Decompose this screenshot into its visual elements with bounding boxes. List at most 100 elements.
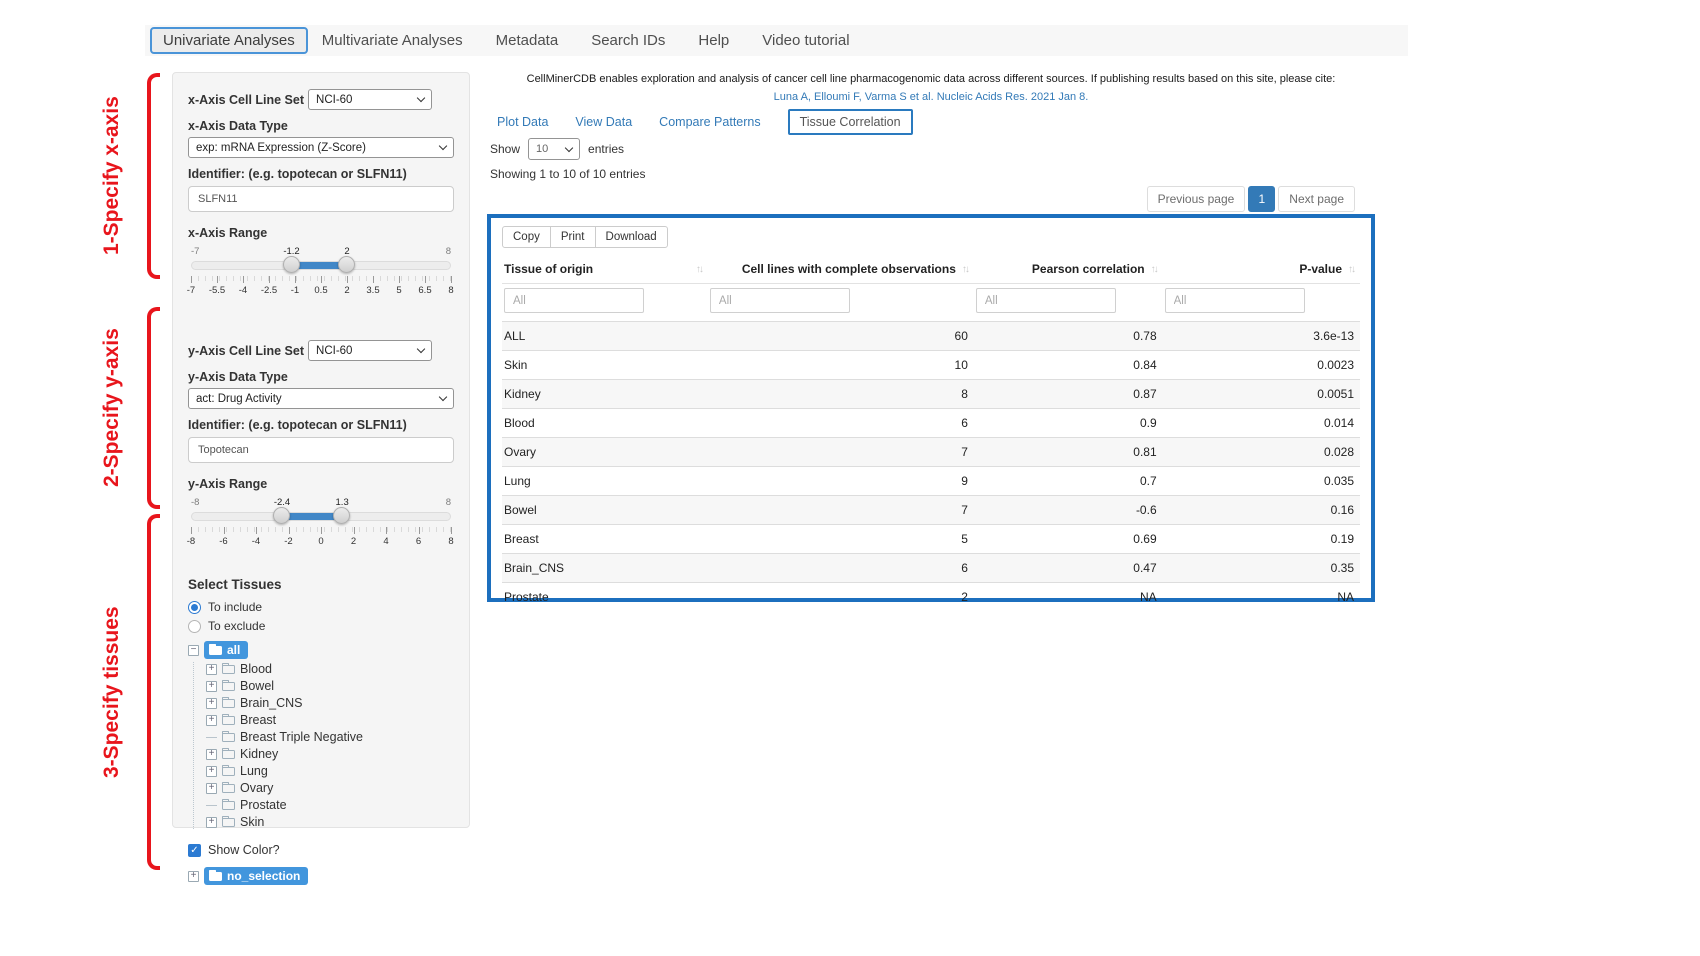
page-1-button[interactable]: 1	[1248, 186, 1275, 212]
folder-icon	[222, 699, 235, 708]
radio-icon[interactable]	[188, 620, 201, 633]
x-range-slider[interactable]: -78-1.22-7-5.5-4-2.5-10.523.556.58	[191, 246, 451, 304]
x-data-type-select[interactable]: exp: mRNA Expression (Z-Score)	[188, 137, 454, 158]
expand-icon[interactable]: +	[188, 871, 199, 882]
tree-item-no-selection[interactable]: + no_selection	[188, 867, 454, 885]
nav-item-video-tutorial[interactable]: Video tutorial	[762, 32, 849, 49]
y-data-type-select[interactable]: act: Drug Activity	[188, 388, 454, 409]
cell-value: 0.035	[1163, 467, 1360, 496]
x-identifier-input[interactable]	[188, 186, 454, 212]
tree-item-all[interactable]: − all	[188, 641, 454, 659]
expand-icon[interactable]: +	[206, 817, 217, 828]
tree-item-bowel[interactable]: +Bowel	[206, 679, 454, 693]
column-header-pearson-correlation[interactable]: Pearson correlation↑↓	[974, 257, 1163, 284]
filter-input-p-value[interactable]	[1165, 288, 1305, 313]
filter-input-cell-lines-with-complete-observations[interactable]	[710, 288, 850, 313]
tick-mark	[321, 276, 322, 283]
tree-item-prostate[interactable]: Prostate	[206, 798, 454, 812]
slider-handle-from[interactable]	[283, 256, 300, 273]
x-identifier-label: Identifier: (e.g. topotecan or SLFN11)	[188, 167, 454, 181]
cell-value: 2	[708, 583, 974, 612]
slider-handle-to[interactable]	[333, 507, 350, 524]
y-range-slider[interactable]: -88-2.41.3-8-6-4-202468	[191, 497, 451, 555]
checkbox-checked-icon[interactable]	[188, 844, 201, 857]
y-cell-line-set-label: y-Axis Cell Line Set	[188, 344, 304, 358]
y-identifier-input[interactable]	[188, 437, 454, 463]
expand-icon[interactable]: +	[206, 749, 217, 760]
tick-mark	[354, 527, 355, 534]
tab-compare-patterns[interactable]: Compare Patterns	[659, 115, 760, 129]
tick-mark	[425, 276, 426, 283]
tree-item-blood[interactable]: +Blood	[206, 662, 454, 676]
tree-item-kidney[interactable]: +Kidney	[206, 747, 454, 761]
y-cell-line-set-select[interactable]: NCI-60	[308, 340, 432, 361]
tree-item-brain-cns[interactable]: +Brain_CNS	[206, 696, 454, 710]
tick-mark	[217, 276, 218, 283]
filter-input-pearson-correlation[interactable]	[976, 288, 1116, 313]
cell-value: NA	[974, 583, 1163, 612]
tab-plot-data[interactable]: Plot Data	[497, 115, 548, 129]
previous-page-button[interactable]: Previous page	[1147, 186, 1246, 212]
cell-value: 0.69	[974, 525, 1163, 554]
table-row-ovary: Ovary70.810.028	[502, 438, 1360, 467]
cell-tissue: Skin	[502, 351, 708, 380]
select-tissues-title: Select Tissues	[188, 577, 454, 592]
x-range-label: x-Axis Range	[188, 226, 454, 240]
radio-icon[interactable]	[188, 601, 201, 614]
tick-label: -4	[252, 536, 260, 547]
table-row-bowel: Bowel7-0.60.16	[502, 496, 1360, 525]
expand-icon[interactable]: +	[206, 664, 217, 675]
expand-icon[interactable]: +	[206, 715, 217, 726]
column-header-p-value[interactable]: P-value↑↓	[1163, 257, 1360, 284]
tissue-radios: To include To exclude	[188, 600, 454, 633]
tree-item-ovary[interactable]: +Ovary	[206, 781, 454, 795]
entries-select[interactable]: 10	[528, 138, 580, 160]
tick-label: 3.5	[366, 285, 379, 296]
slider-handle-to[interactable]	[338, 256, 355, 273]
copy-button[interactable]: Copy	[502, 226, 551, 248]
sidebar: x-Axis Cell Line Set NCI-60 x-Axis Data …	[172, 72, 470, 828]
expand-icon[interactable]: +	[206, 766, 217, 777]
tab-tissue-correlation[interactable]: Tissue Correlation	[788, 109, 913, 135]
tree-item-lung[interactable]: +Lung	[206, 764, 454, 778]
cell-value: 0.81	[974, 438, 1163, 467]
download-button[interactable]: Download	[595, 226, 668, 248]
radio-to-exclude[interactable]: To exclude	[188, 619, 454, 633]
citation-link[interactable]: Luna A, Elloumi F, Varma S et al. Nuclei…	[487, 91, 1375, 103]
print-button[interactable]: Print	[550, 226, 596, 248]
column-header-cell-lines-with-complete-observations[interactable]: Cell lines with complete observations↑↓	[708, 257, 974, 284]
tick-label: -6	[219, 536, 227, 547]
radio-to-include[interactable]: To include	[188, 600, 454, 614]
tick-mark	[191, 276, 192, 283]
tick-label: -4	[239, 285, 247, 296]
column-header-tissue-of-origin[interactable]: Tissue of origin↑↓	[502, 257, 708, 284]
cell-value: 3.6e-13	[1163, 322, 1360, 351]
nav-item-multivariate-analyses[interactable]: Multivariate Analyses	[322, 32, 463, 49]
collapse-icon[interactable]: −	[188, 645, 199, 656]
folder-icon	[222, 818, 235, 827]
x-cell-line-set-select[interactable]: NCI-60	[308, 89, 432, 110]
next-page-button[interactable]: Next page	[1278, 186, 1355, 212]
tab-view-data[interactable]: View Data	[575, 115, 632, 129]
tick-mark	[373, 276, 374, 283]
tick-mark	[321, 527, 322, 534]
nav-item-univariate-analyses[interactable]: Univariate Analyses	[150, 27, 308, 54]
nav-item-help[interactable]: Help	[698, 32, 729, 49]
expand-icon[interactable]: +	[206, 698, 217, 709]
nav-item-search-ids[interactable]: Search IDs	[591, 32, 665, 49]
tree-item-breast-triple-negative[interactable]: Breast Triple Negative	[206, 730, 454, 744]
expand-icon[interactable]: +	[206, 681, 217, 692]
table-filter-row	[502, 284, 1360, 322]
filter-input-tissue-of-origin[interactable]	[504, 288, 644, 313]
show-color-toggle[interactable]: Show Color?	[188, 843, 454, 857]
slider-handle-from[interactable]	[273, 507, 290, 524]
tree-item-skin[interactable]: +Skin	[206, 815, 454, 829]
tree-item-breast[interactable]: +Breast	[206, 713, 454, 727]
slider-max-label: 8	[446, 497, 451, 508]
folder-icon	[222, 665, 235, 674]
nav-item-metadata[interactable]: Metadata	[496, 32, 559, 49]
expand-icon[interactable]: +	[206, 783, 217, 794]
cell-value: -0.6	[974, 496, 1163, 525]
citation-text: CellMinerCDB enables exploration and ana…	[487, 73, 1375, 85]
show-color-label: Show Color?	[208, 843, 280, 857]
